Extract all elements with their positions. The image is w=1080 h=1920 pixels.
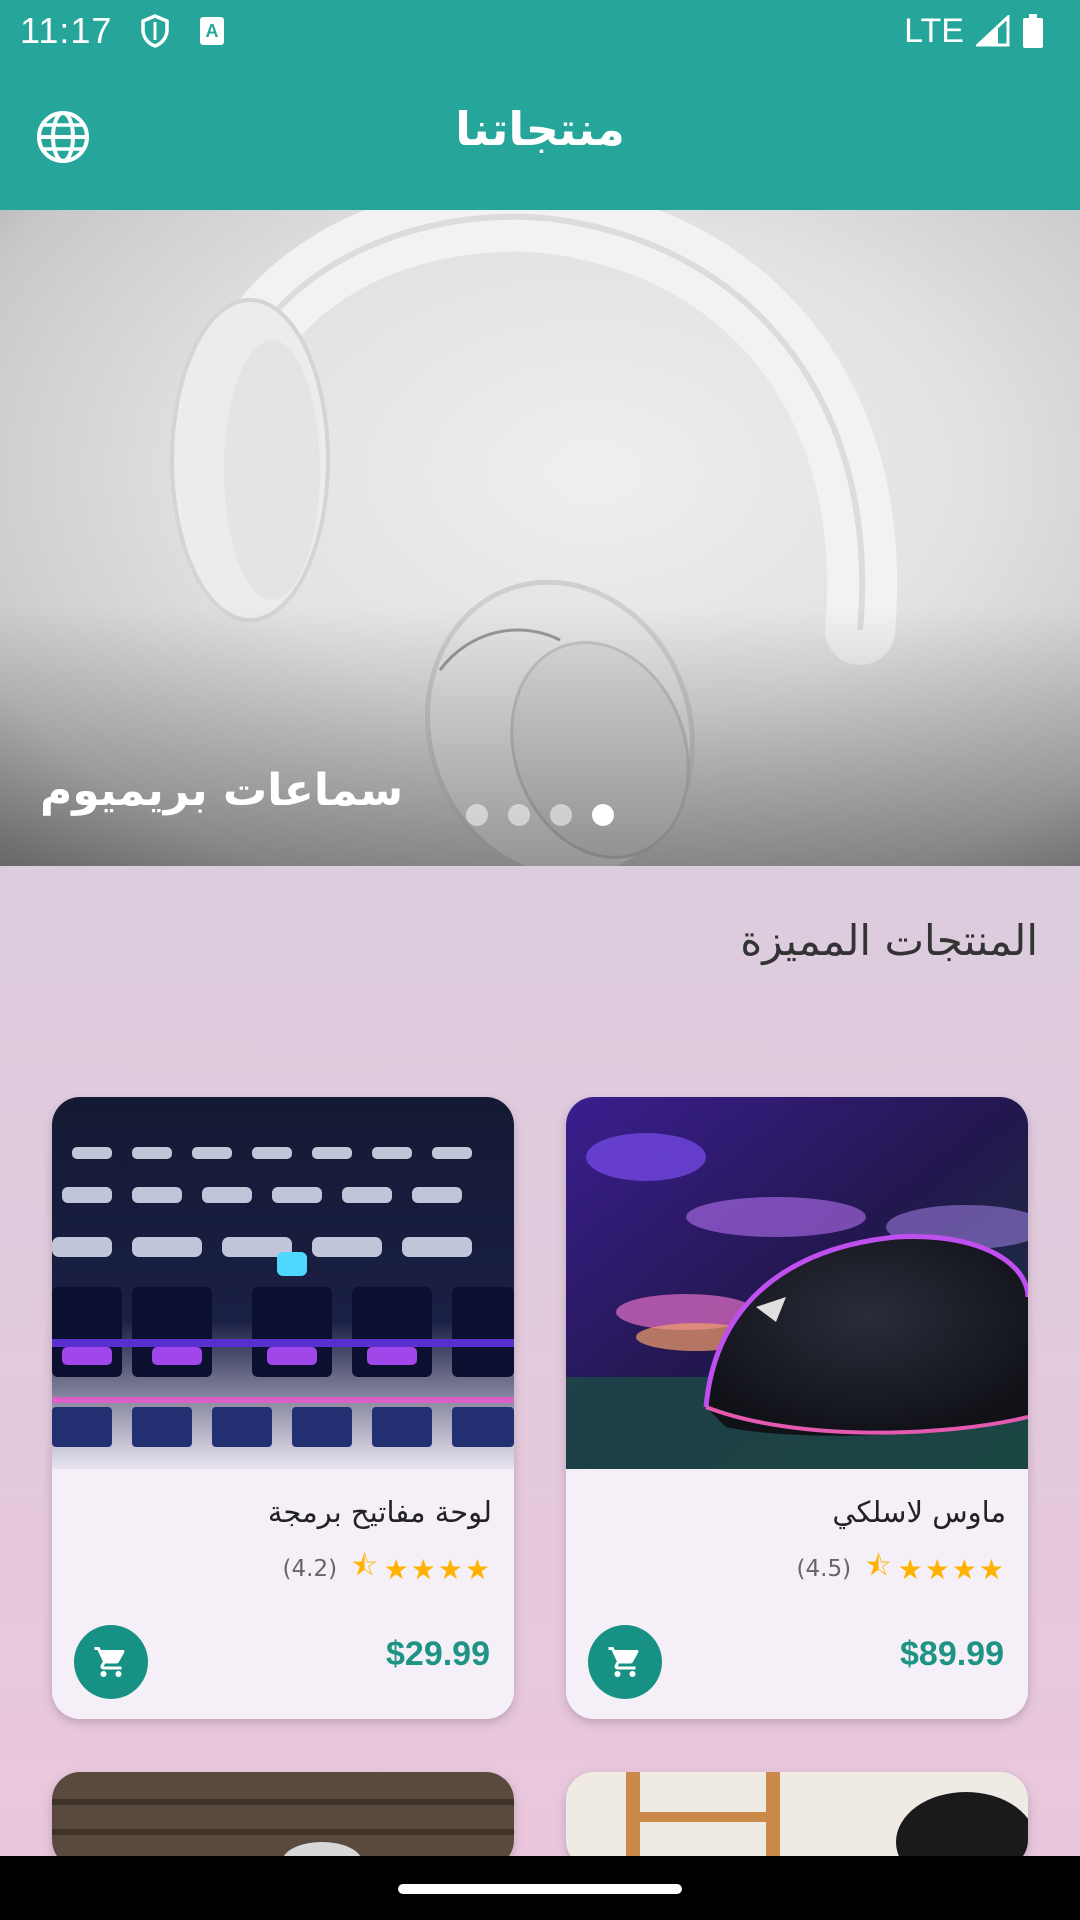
half-star-icon: ⯪ xyxy=(351,1549,378,1582)
carousel-dot-active[interactable] xyxy=(592,804,614,826)
product-card[interactable] xyxy=(566,1772,1028,1868)
page-title: منتجاتنا xyxy=(455,102,625,156)
section-title: المنتجات المميزة xyxy=(740,916,1038,965)
product-price: $89.99 xyxy=(900,1635,1004,1673)
product-name: ماوس لاسلكي xyxy=(832,1495,1006,1529)
star-icons: ★★★★ xyxy=(383,1552,492,1586)
star-icons: ★★★★ xyxy=(897,1552,1006,1586)
app-bar: منتجاتنا xyxy=(0,62,1080,210)
product-image xyxy=(566,1097,1028,1469)
add-to-cart-button[interactable] xyxy=(588,1625,662,1699)
half-star-icon: ⯪ xyxy=(865,1549,892,1582)
product-image xyxy=(52,1772,514,1868)
product-image xyxy=(52,1097,514,1469)
cart-icon xyxy=(94,1647,125,1677)
rgb-keyboard-image xyxy=(52,1097,514,1469)
banner-caption: سماعات بريميوم xyxy=(40,765,404,816)
rating-value: (4.2) xyxy=(282,1556,338,1582)
carousel-indicator xyxy=(466,804,614,826)
rating-row: (4.2) ⯪ ★★★★ xyxy=(283,1545,492,1593)
product-card[interactable] xyxy=(52,1772,514,1868)
banner-shade xyxy=(0,606,1080,866)
product-name: لوحة مفاتيح برمجة xyxy=(267,1495,492,1529)
battery-icon xyxy=(1023,14,1043,48)
rating-value: (4.5) xyxy=(796,1556,852,1582)
home-gesture-handle[interactable] xyxy=(398,1884,682,1894)
rating-row: (4.5) ⯪ ★★★★ xyxy=(797,1545,1006,1593)
cart-icon xyxy=(608,1647,639,1677)
signal-icon xyxy=(976,15,1010,47)
gaming-mouse-image xyxy=(566,1097,1028,1469)
carousel-dot[interactable] xyxy=(508,804,530,826)
system-nav-bar xyxy=(0,1856,1080,1920)
status-time: 11:17 xyxy=(20,10,113,51)
keyboard-a-icon: A xyxy=(200,17,225,45)
status-bar: 11:17 A LTE xyxy=(0,0,1080,62)
product-price: $29.99 xyxy=(386,1635,490,1673)
carousel-dot[interactable] xyxy=(466,804,488,826)
banner-carousel[interactable]: سماعات بريميوم xyxy=(0,210,1080,866)
svg-text:A: A xyxy=(206,21,219,41)
network-type: LTE xyxy=(904,11,964,50)
product-image xyxy=(566,1772,1028,1868)
product-card[interactable]: ماوس لاسلكي (4.5) ⯪ ★★★★ $89.99 xyxy=(566,1097,1028,1719)
carousel-dot[interactable] xyxy=(550,804,572,826)
shield-icon xyxy=(141,14,170,48)
add-to-cart-button[interactable] xyxy=(74,1625,148,1699)
product-card[interactable]: لوحة مفاتيح برمجة (4.2) ⯪ ★★★★ $29.99 xyxy=(52,1097,514,1719)
